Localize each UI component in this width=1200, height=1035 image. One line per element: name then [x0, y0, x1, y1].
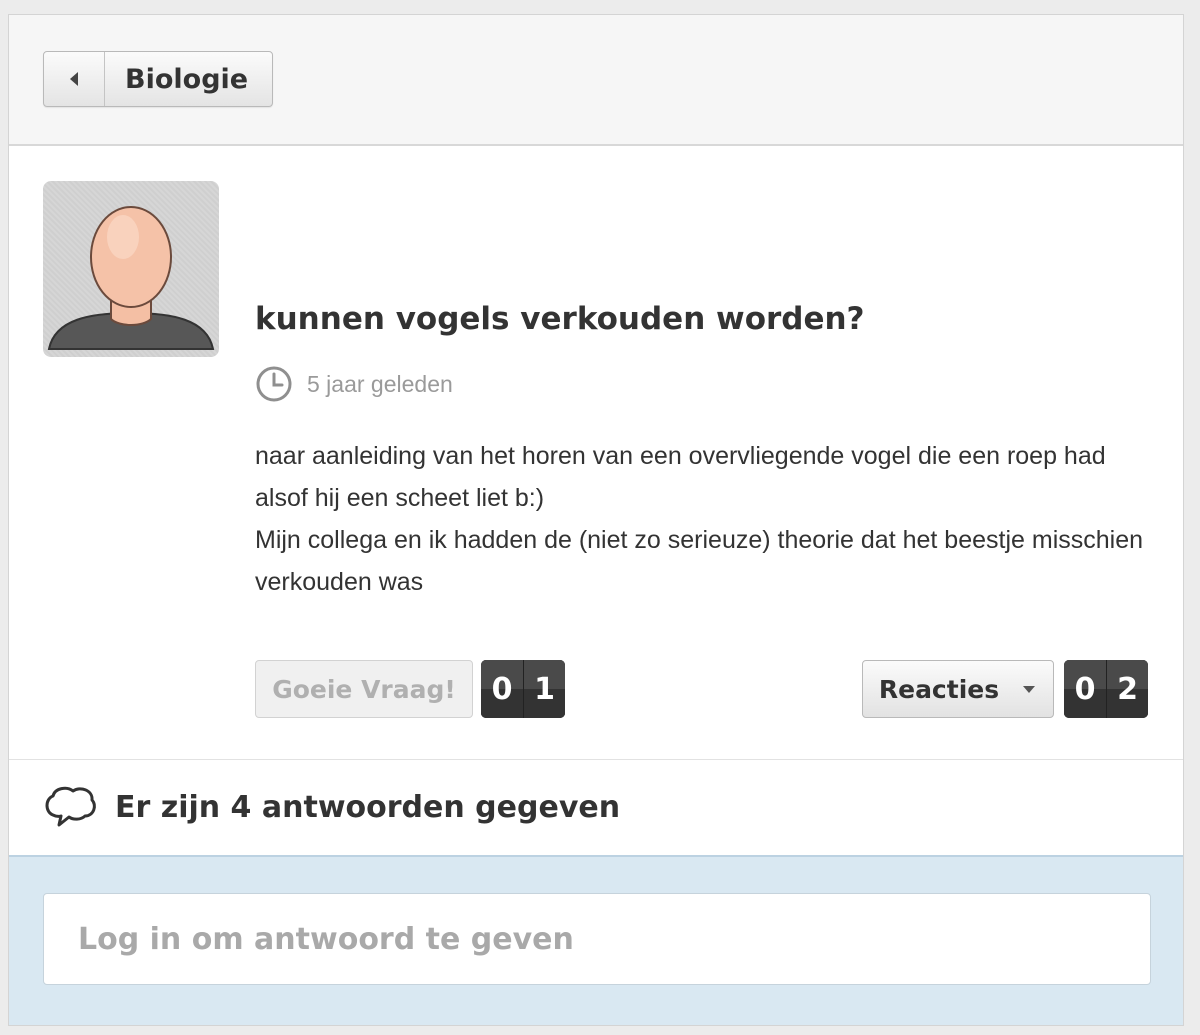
counter-digit: 0	[1064, 660, 1106, 718]
question-body-line: naar aanleiding van het horen van een ov…	[255, 442, 1106, 512]
back-to-category-button[interactable]: Biologie	[43, 51, 274, 107]
question-card: Biologie kunnen vogels verkouden worden?…	[8, 14, 1184, 1026]
clock-icon	[256, 366, 292, 402]
answers-header: Er zijn 4 antwoorden gegeven	[43, 785, 620, 829]
counter-digit: 0	[481, 660, 523, 718]
reacties-label: Reacties	[878, 674, 1000, 704]
avatar	[43, 181, 219, 357]
answer-login-area	[9, 855, 1183, 1025]
back-button-label: Biologie	[125, 63, 249, 95]
question-meta: 5 jaar geleden	[255, 365, 453, 403]
question-body: naar aanleiding van het horen van een ov…	[255, 435, 1155, 603]
good-question-counter: 0 1	[481, 660, 565, 718]
good-question-button[interactable]: Goeie Vraag!	[255, 660, 473, 718]
answers-count-text: Er zijn 4 antwoorden gegeven	[115, 789, 621, 825]
section-divider	[9, 759, 1183, 760]
question-title: kunnen vogels verkouden worden?	[255, 301, 865, 337]
chevron-down-icon	[1023, 686, 1036, 693]
question-body-line: Mijn collega en ik hadden de (niet zo se…	[255, 526, 1144, 596]
user-silhouette-icon	[47, 206, 215, 350]
question-timestamp: 5 jaar geleden	[307, 370, 453, 397]
reacties-dropdown-button[interactable]: Reacties	[862, 660, 1054, 718]
speech-bubble-icon	[45, 786, 96, 827]
caret-left-icon	[44, 52, 105, 106]
reacties-counter: 0 2	[1064, 660, 1148, 718]
counter-digit: 1	[523, 660, 565, 718]
top-bar: Biologie	[9, 15, 1183, 146]
answer-login-input[interactable]	[43, 893, 1151, 985]
counter-digit: 2	[1106, 660, 1148, 718]
